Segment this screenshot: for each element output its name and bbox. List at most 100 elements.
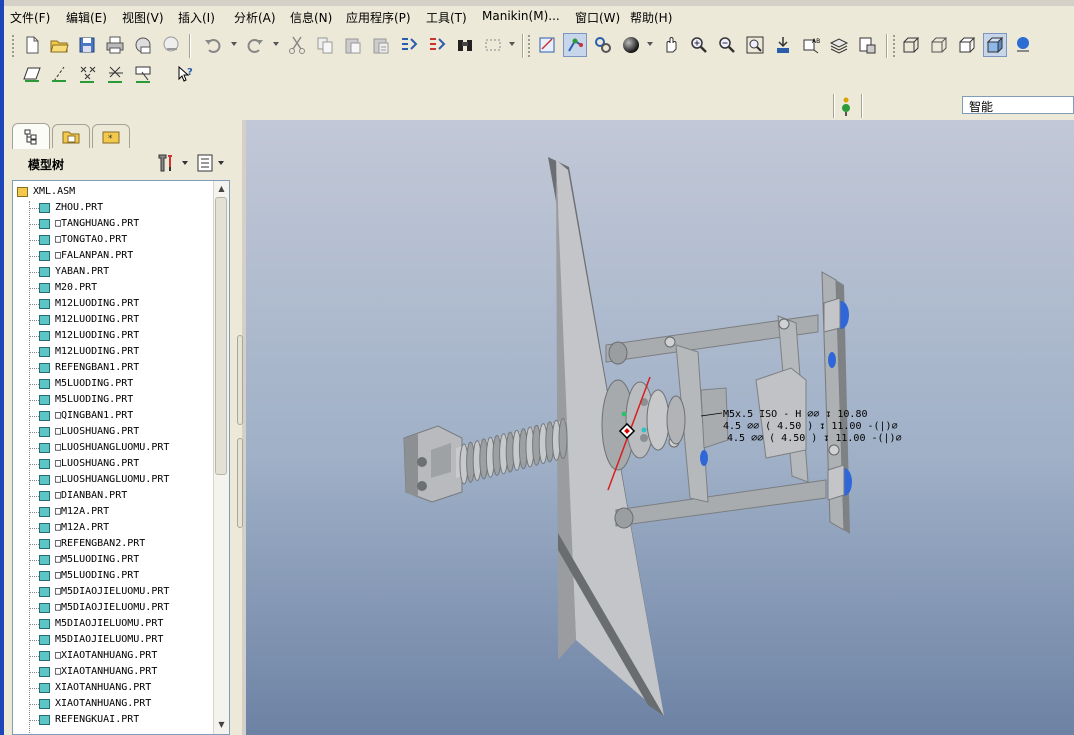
tree-settings-button[interactable] [156, 152, 190, 174]
copy-icon[interactable] [313, 33, 337, 57]
print-icon[interactable] [103, 33, 127, 57]
tree-item-label: YABAN.PRT [55, 266, 110, 277]
model-tree: XML.ASM ZHOU.PRT □TANGHUANG.PRT □TONGTAO.PR… [12, 180, 230, 735]
paste-icon[interactable] [341, 33, 365, 57]
find-icon[interactable] [453, 33, 477, 57]
panel-splitter-handle[interactable] [237, 335, 243, 425]
wireframe-icon[interactable] [899, 33, 923, 57]
select-dropdown-icon[interactable] [509, 42, 515, 46]
menu-info[interactable]: 信息(N) [290, 9, 332, 26]
scroll-down-icon[interactable]: ▼ [214, 717, 229, 732]
menu-analysis[interactable]: 分析(A) [234, 9, 276, 26]
part-icon [39, 235, 50, 245]
redo-dropdown-icon[interactable] [273, 42, 279, 46]
menu-view[interactable]: 视图(V) [122, 9, 164, 26]
cut-icon[interactable] [285, 33, 309, 57]
tree-item-label: □M5DIAOJIELUOMU.PRT [55, 586, 170, 597]
tree-show-button[interactable] [196, 152, 230, 174]
tree-item-label: M12LUODING.PRT [55, 346, 140, 357]
context-help-icon[interactable]: ? [174, 62, 198, 86]
save-icon[interactable] [75, 33, 99, 57]
toolbar-grip[interactable] [528, 35, 533, 57]
shading-icon[interactable] [983, 33, 1007, 57]
menu-help[interactable]: 帮助(H) [630, 9, 672, 26]
tree-item-label: □TANGHUANG.PRT [55, 218, 140, 229]
selection-filter-select[interactable]: 智能 [962, 96, 1074, 114]
tree-item-label: M5LUODING.PRT [55, 378, 134, 389]
part-icon [39, 331, 50, 341]
tree-guide-line [30, 656, 39, 657]
zoom-out-icon[interactable] [715, 33, 739, 57]
part-icon [39, 203, 50, 213]
part-icon [39, 315, 50, 325]
paste-special-icon[interactable] [369, 33, 393, 57]
toolbar-grip[interactable] [893, 35, 898, 57]
email-icon[interactable] [131, 33, 155, 57]
appearance-dropdown-icon[interactable] [647, 42, 653, 46]
setup-icon[interactable] [855, 33, 879, 57]
folder-browser-tab[interactable] [52, 124, 90, 148]
menu-tools[interactable]: 工具(T) [426, 9, 467, 26]
panel-splitter-handle[interactable] [237, 438, 243, 528]
tree-item-label: □M5LUODING.PRT [55, 554, 140, 565]
refit-icon[interactable] [743, 33, 767, 57]
new-file-icon[interactable] [20, 33, 44, 57]
tree-item-label: XIAOTANHUANG.PRT [55, 682, 152, 693]
view-manager-icon[interactable] [591, 33, 615, 57]
menu-insert[interactable]: 插入(I) [178, 9, 215, 26]
open-folder-icon[interactable] [47, 33, 71, 57]
part-icon [39, 283, 50, 293]
part-icon [39, 651, 50, 661]
datum-point-icon[interactable] [75, 62, 101, 86]
menu-edit[interactable]: 编辑(E) [66, 9, 107, 26]
assembly-icon [17, 187, 28, 197]
appearance-icon[interactable] [619, 33, 643, 57]
saved-views-icon[interactable]: AB [799, 33, 823, 57]
undo-dropdown-icon[interactable] [231, 42, 237, 46]
datum-plane-icon[interactable] [20, 62, 46, 86]
toolbar-grip[interactable] [12, 35, 17, 57]
part-icon [39, 571, 50, 581]
hidden-line-icon[interactable] [927, 33, 951, 57]
scroll-up-icon[interactable]: ▲ [214, 181, 229, 196]
layers-icon[interactable] [827, 33, 851, 57]
undo-icon[interactable] [201, 33, 225, 57]
model-player-icon[interactable] [1011, 33, 1035, 57]
regen-manager-icon[interactable] [425, 33, 449, 57]
tree-scrollbar[interactable]: ▲ ▼ [213, 181, 229, 734]
tree-item-label: M20.PRT [55, 282, 98, 293]
tree-guide-line [30, 608, 39, 609]
select-box-icon[interactable] [481, 33, 505, 57]
menu-applications[interactable]: 应用程序(P) [346, 9, 411, 26]
coord-sys-icon[interactable] [103, 62, 129, 86]
part-icon [39, 411, 50, 421]
pan-icon[interactable] [659, 33, 683, 57]
regenerate-icon[interactable] [397, 33, 421, 57]
tree-guide-line [30, 288, 39, 289]
redo-icon[interactable] [243, 33, 267, 57]
reorient-icon[interactable] [771, 33, 795, 57]
spin-center-icon[interactable] [563, 33, 587, 57]
datum-curve-icon[interactable] [131, 62, 157, 86]
tree-guide-line [30, 240, 39, 241]
tree-item-label: □LUOSHUANG.PRT [55, 426, 140, 437]
menu-window[interactable]: 窗口(W) [575, 9, 620, 26]
toolbar-separator [189, 34, 191, 58]
no-hidden-icon[interactable] [955, 33, 979, 57]
drag-handle [621, 411, 627, 417]
tree-item-label: □FALANPAN.PRT [55, 250, 134, 261]
datum-axis-icon[interactable] [47, 62, 73, 86]
datum-display-icon[interactable] [535, 33, 559, 57]
dimension-annotation: 4.5 ⌀⌀ ( 4.50 ) ↧ 11.00 -(|)⌀ [723, 421, 898, 432]
scroll-thumb[interactable] [215, 197, 227, 475]
tree-item-label: XML.ASM [33, 186, 76, 197]
zoom-in-icon[interactable] [687, 33, 711, 57]
menu-manikin[interactable]: Manikin(M)... [482, 9, 560, 23]
filter-row: 智能 [4, 92, 1074, 119]
part-icon [39, 427, 50, 437]
model-tree-tab[interactable] [12, 123, 50, 149]
menu-file[interactable]: 文件(F) [10, 9, 50, 26]
graphics-viewport[interactable]: M5x.5 ISO - H ⌀⌀ ↧ 10.80 4.5 ⌀⌀ ( 4.50 )… [246, 120, 1074, 735]
favorites-tab[interactable]: * [92, 124, 130, 148]
link-icon[interactable] [159, 33, 183, 57]
